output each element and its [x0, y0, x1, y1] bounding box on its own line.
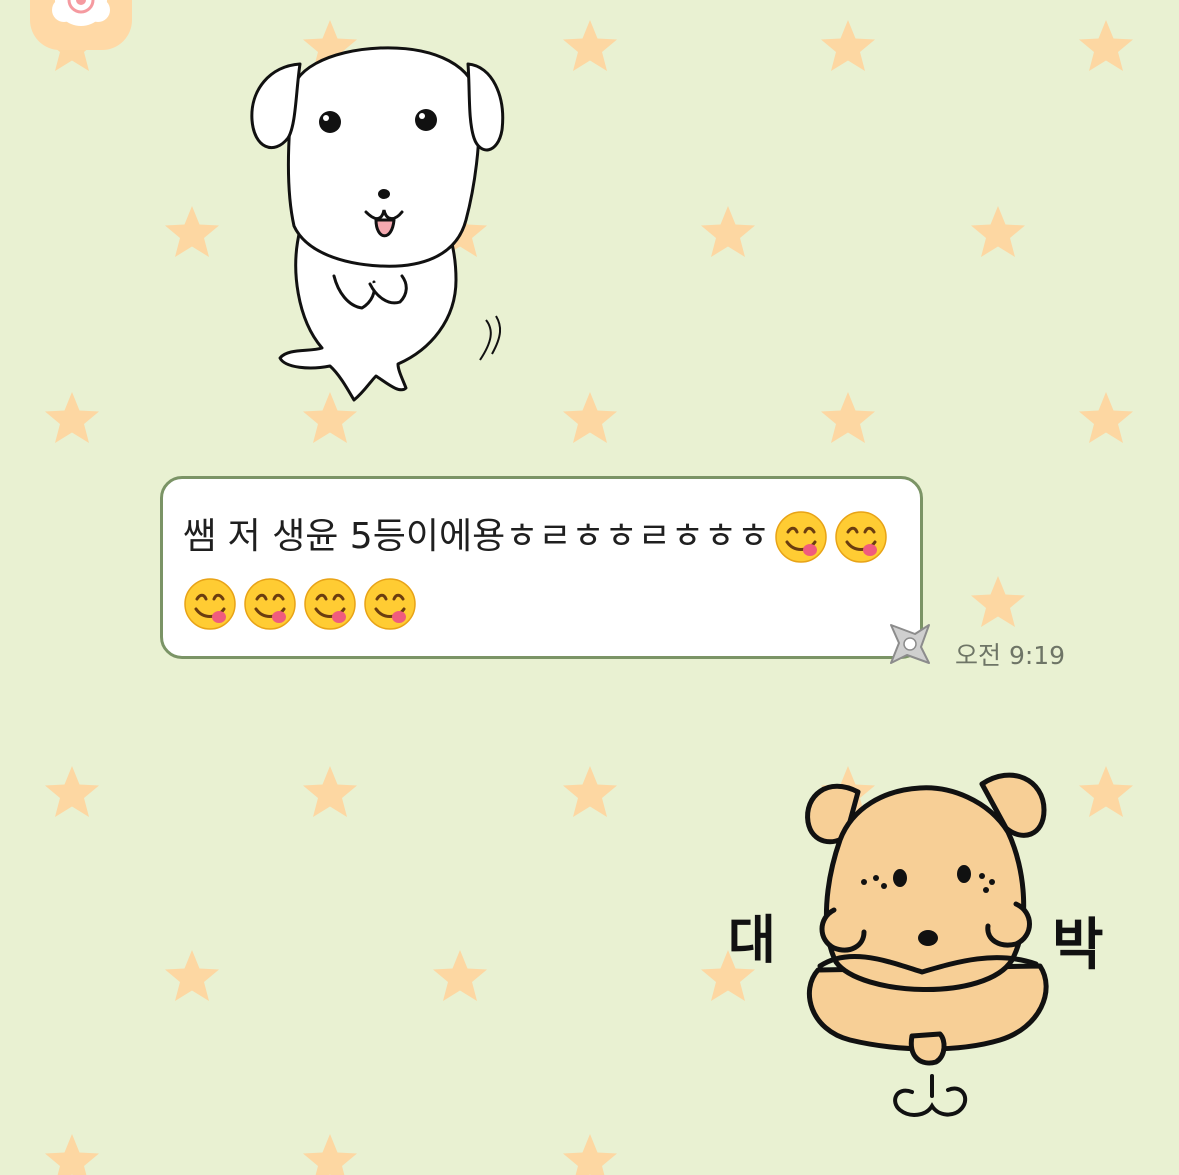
face-savoring-food-icon: [835, 511, 887, 563]
message-line-2: [183, 569, 900, 639]
shuriken-icon: [890, 624, 930, 664]
message-time: 오전 9:19: [955, 641, 1066, 670]
face-savoring-food-icon: [775, 511, 827, 563]
profile-avatar[interactable]: [30, 0, 132, 50]
message-text: 쌤 저 생윤 5등이에용ㅎㄹㅎㅎㄹㅎㅎㅎ: [183, 516, 771, 557]
message-line-1: 쌤 저 생윤 5등이에용ㅎㄹㅎㅎㄹㅎㅎㅎ: [183, 505, 900, 569]
face-savoring-food-icon: [304, 578, 356, 630]
message-bubble[interactable]: 쌤 저 생윤 5등이에용ㅎㄹㅎㅎㄹㅎㅎㅎ: [160, 476, 923, 659]
face-savoring-food-icon: [184, 578, 236, 630]
daebak-left-text: 대: [728, 911, 776, 971]
daebak-right-text: 박: [1052, 913, 1104, 978]
flower-icon: [52, 0, 110, 26]
face-savoring-food-icon: [364, 578, 416, 630]
face-savoring-food-icon: [244, 578, 296, 630]
white-puppy-sticker[interactable]: [230, 30, 530, 420]
